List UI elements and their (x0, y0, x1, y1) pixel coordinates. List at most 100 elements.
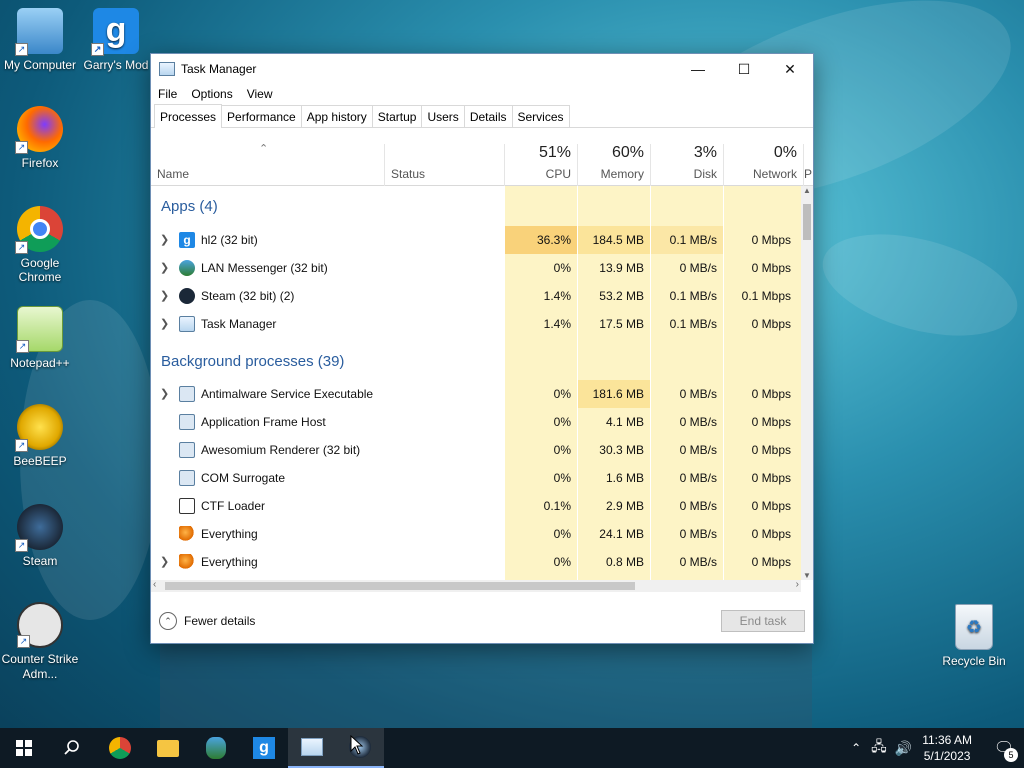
fewer-details-button[interactable]: ⌃ Fewer details (159, 612, 255, 630)
table-row[interactable]: ❯ Antimalware Service Executable 0% 181.… (151, 380, 801, 408)
desktop-icon-label: Garry's Mod (83, 58, 149, 72)
header-status[interactable]: Status (385, 144, 505, 186)
menu-file[interactable]: File (158, 87, 177, 101)
garrys-mod-icon: g (179, 232, 195, 248)
task-manager-icon (159, 62, 175, 76)
recycle-bin-icon: ♻ (955, 604, 993, 650)
desktop-icon-notepad[interactable]: ↗ Notepad++ (0, 306, 80, 370)
search-button[interactable] (48, 728, 96, 768)
desktop-icon-chrome[interactable]: ↗ Google Chrome (0, 206, 80, 284)
table-row[interactable]: Awesomium Renderer (32 bit) 0% 30.3 MB 0… (151, 436, 801, 464)
lan-messenger-icon (179, 260, 195, 276)
desktop-icon-my-computer[interactable]: ↗ My Computer (0, 8, 80, 72)
group-apps: Apps (4) (161, 198, 218, 215)
table-row[interactable]: CTF Loader 0.1% 2.9 MB 0 MB/s 0 Mbps (151, 492, 801, 520)
chrome-icon (109, 737, 131, 759)
header-cpu[interactable]: 51% CPU (505, 144, 578, 186)
minimize-button[interactable]: — (675, 54, 721, 84)
garrys-mod-icon: g (253, 737, 275, 759)
tab-performance[interactable]: Performance (221, 105, 302, 127)
taskbar-chrome[interactable] (96, 728, 144, 768)
notepad-plus-plus-icon: ↗ (16, 306, 63, 353)
table-row[interactable]: ❯ Steam (32 bit) (2) 1.4% 53.2 MB 0.1 MB… (151, 282, 801, 310)
everything-search-icon (179, 526, 195, 542)
process-window-icon (179, 414, 195, 430)
taskbar-task-manager[interactable] (288, 728, 336, 768)
desktop-icon-label: Counter Strike Adm... (1, 652, 79, 681)
scroll-left-icon[interactable]: ‹ (153, 579, 156, 590)
desktop-icon-beebeep[interactable]: ↗ BeeBEEP (0, 404, 80, 468)
start-button[interactable] (0, 728, 48, 768)
header-extra[interactable]: P (804, 144, 813, 186)
process-window-icon (179, 470, 195, 486)
expand-icon[interactable]: ❯ (160, 317, 169, 330)
header-disk[interactable]: 3% Disk (651, 144, 724, 186)
scroll-up-icon[interactable]: ▲ (801, 186, 813, 195)
title-bar[interactable]: Task Manager — ☐ ✕ (151, 54, 813, 84)
folder-icon (157, 739, 179, 757)
scroll-right-icon[interactable]: › (796, 579, 799, 590)
clock-date: 5/1/2023 (923, 749, 971, 763)
windows-logo-icon (16, 740, 32, 756)
table-row[interactable]: ❯ g hl2 (32 bit) 36.3% 184.5 MB 0.1 MB/s… (151, 226, 801, 254)
desktop-icon-label: Firefox (21, 156, 59, 170)
ctf-loader-icon (179, 498, 195, 514)
desktop-icon-label: My Computer (3, 58, 77, 72)
steam-icon: ↗ (15, 504, 63, 552)
header-network[interactable]: 0% Network (724, 144, 804, 186)
tab-bar: Processes Performance App history Startu… (151, 104, 813, 128)
tab-details[interactable]: Details (463, 105, 513, 127)
expand-icon[interactable]: ❯ (160, 387, 169, 400)
chevron-up-icon[interactable]: ⌃ (851, 741, 861, 755)
network-icon[interactable]: 🖧 (871, 736, 887, 760)
beebeep-icon: ↗ (15, 404, 63, 452)
desktop-icon-counter-strike[interactable]: ↗ Counter Strike Adm... (0, 602, 80, 682)
table-row[interactable]: ❯ Everything 0% 0.8 MB 0 MB/s 0 Mbps (151, 548, 801, 576)
volume-icon[interactable]: 🔊 (895, 740, 912, 757)
vertical-scrollbar[interactable]: ▲ ▼ (801, 186, 813, 580)
menu-options[interactable]: Options (191, 87, 232, 101)
close-button[interactable]: ✕ (767, 54, 813, 84)
task-manager-icon (301, 738, 323, 756)
desktop-icon-label: BeeBEEP (13, 454, 67, 468)
notification-count-badge: 5 (1004, 748, 1018, 762)
scroll-thumb[interactable] (803, 204, 811, 240)
menu-view[interactable]: View (247, 87, 273, 101)
task-manager-icon (179, 316, 195, 332)
tab-startup[interactable]: Startup (371, 105, 423, 127)
scroll-down-icon[interactable]: ▼ (801, 571, 813, 580)
expand-icon[interactable]: ❯ (160, 555, 169, 568)
table-row[interactable]: Application Frame Host 0% 4.1 MB 0 MB/s … (151, 408, 801, 436)
expand-icon[interactable]: ❯ (160, 233, 169, 246)
tab-processes[interactable]: Processes (154, 104, 223, 128)
expand-icon[interactable]: ❯ (160, 289, 169, 302)
desktop-icon-label: Recycle Bin (942, 654, 1006, 668)
header-name[interactable]: ⌃ Name (151, 143, 385, 186)
tab-users[interactable]: Users (421, 105, 465, 127)
table-row[interactable]: ❯ LAN Messenger (32 bit) 0% 13.9 MB 0 MB… (151, 254, 801, 282)
desktop-icon-recycle-bin[interactable]: ♻ Recycle Bin (934, 604, 1014, 668)
table-row[interactable]: Everything 0% 24.1 MB 0 MB/s 0 Mbps (151, 520, 801, 548)
expand-icon[interactable]: ❯ (160, 261, 169, 274)
desktop-icon-steam[interactable]: ↗ Steam (0, 504, 80, 568)
system-tray: ⌃ 🖧 🔊 11:36 AM 5/1/2023 🗨 5 (851, 728, 1024, 768)
maximize-button[interactable]: ☐ (721, 54, 767, 84)
tab-services[interactable]: Services (511, 105, 570, 127)
steam-icon (179, 288, 195, 304)
desktop-icon-firefox[interactable]: ↗ Firefox (0, 106, 80, 170)
desktop-icon-garrys-mod[interactable]: g ↗ Garry's Mod (76, 8, 156, 72)
tab-app-history[interactable]: App history (300, 105, 373, 127)
chrome-icon: ↗ (15, 206, 63, 254)
table-row[interactable]: ❯ Task Manager 1.4% 17.5 MB 0.1 MB/s 0 M… (151, 310, 801, 338)
end-task-button[interactable]: End task (721, 610, 805, 632)
taskbar-file-explorer[interactable] (144, 728, 192, 768)
process-window-icon (179, 386, 195, 402)
header-memory[interactable]: 60% Memory (578, 144, 651, 186)
notification-center-button[interactable]: 🗨 5 (984, 728, 1024, 768)
horizontal-scrollbar[interactable]: ‹ › (151, 579, 801, 592)
table-row[interactable]: COM Surrogate 0% 1.6 MB 0 MB/s 0 Mbps (151, 464, 801, 492)
taskbar-lan-messenger[interactable] (192, 728, 240, 768)
clock[interactable]: 11:36 AM 5/1/2023 (922, 732, 972, 764)
taskbar-garrys-mod[interactable]: g (240, 728, 288, 768)
scroll-thumb[interactable] (165, 582, 635, 590)
